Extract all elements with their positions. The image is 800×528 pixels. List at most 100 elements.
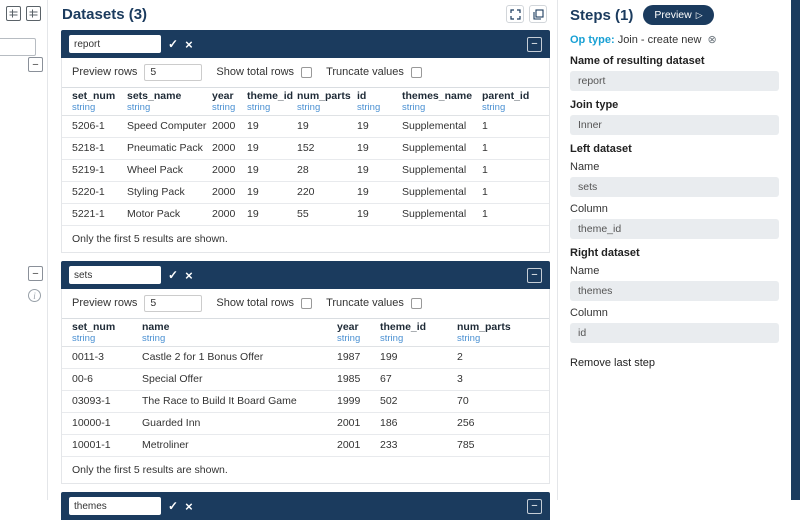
table-cell: 19 bbox=[357, 120, 369, 132]
table-cell: Supplemental bbox=[402, 164, 467, 176]
show-total-rows-checkbox[interactable] bbox=[301, 66, 313, 78]
table-cell: Styling Pack bbox=[127, 186, 185, 198]
column-name: set_num bbox=[72, 321, 116, 333]
table-cell: 220 bbox=[297, 186, 315, 198]
collapse-card-button[interactable]: − bbox=[527, 36, 542, 52]
left-dataset-column-input[interactable] bbox=[570, 219, 779, 239]
collapse-card-button[interactable]: − bbox=[527, 267, 542, 283]
remove-op-icon[interactable]: ⊗ bbox=[708, 34, 717, 46]
expand-all-icon[interactable] bbox=[506, 5, 524, 23]
show-total-rows-label: Show total rows bbox=[216, 66, 295, 78]
join-type-input[interactable] bbox=[570, 115, 779, 135]
table-cell: Supplemental bbox=[402, 142, 467, 154]
table-cell: 152 bbox=[297, 142, 315, 154]
preview-rows-input[interactable] bbox=[144, 294, 203, 312]
dataset-name-input[interactable] bbox=[69, 35, 161, 53]
column-type: string bbox=[142, 333, 166, 344]
column-header: set_num string bbox=[72, 319, 142, 346]
table-cell: 2000 bbox=[212, 142, 236, 154]
table-cell: Speed Computer bbox=[127, 120, 207, 132]
table-cell: 785 bbox=[457, 439, 475, 451]
table-cell: 5218-1 bbox=[72, 142, 105, 154]
table-row: 5219-1 Wheel Pack 2000 19 28 19 Supplemental 1 bbox=[62, 160, 549, 182]
truncate-values-checkbox[interactable] bbox=[410, 66, 422, 78]
table-cell: 5221-1 bbox=[72, 208, 105, 220]
remove-last-step-link[interactable]: Remove last step bbox=[558, 343, 791, 383]
table-cell: 1 bbox=[482, 164, 488, 176]
preview-rows-label: Preview rows bbox=[72, 66, 138, 78]
dataset-card-themes: ✓ × − bbox=[61, 492, 550, 520]
preview-button[interactable]: Preview ▷ bbox=[643, 5, 714, 25]
dataset-card-header: ✓ × − bbox=[61, 492, 550, 520]
table-cell: 1 bbox=[482, 120, 488, 132]
table-row: 5218-1 Pneumatic Pack 2000 19 152 19 Supplemen… bbox=[62, 138, 549, 160]
confirm-icon[interactable]: ✓ bbox=[168, 37, 178, 51]
confirm-icon[interactable]: ✓ bbox=[168, 268, 178, 282]
dataset-name-input[interactable] bbox=[69, 266, 161, 284]
left-dataset-label: Left dataset bbox=[570, 143, 632, 155]
column-header: themes_name string bbox=[402, 88, 482, 115]
column-header: id string bbox=[357, 88, 402, 115]
column-type: string bbox=[72, 102, 96, 113]
table-cell: Guarded Inn bbox=[142, 417, 201, 429]
steps-panel: Steps (1) Preview ▷ Op type: Join - crea… bbox=[557, 0, 791, 500]
cancel-icon[interactable]: × bbox=[185, 37, 193, 52]
table-cell: 1985 bbox=[337, 373, 361, 385]
column-header: year string bbox=[337, 319, 380, 346]
show-total-rows-checkbox[interactable] bbox=[301, 297, 313, 309]
table-cell: Supplemental bbox=[402, 208, 467, 220]
collapse-card-button[interactable]: − bbox=[28, 266, 43, 281]
preview-rows-label: Preview rows bbox=[72, 297, 138, 309]
table-cell: 00-6 bbox=[72, 373, 94, 385]
preview-rows-input[interactable] bbox=[144, 63, 203, 81]
column-name: num_parts bbox=[297, 90, 351, 102]
resulting-dataset-input[interactable] bbox=[570, 71, 779, 91]
collapse-card-button[interactable]: − bbox=[28, 57, 43, 72]
info-icon[interactable]: i bbox=[28, 289, 41, 302]
table-row: 0011-3 Castle 2 for 1 Bonus Offer 1987 199 2 bbox=[62, 347, 549, 369]
table-header-row: set_num string sets_name string year string th… bbox=[62, 88, 549, 116]
truncate-values-checkbox[interactable] bbox=[410, 297, 422, 309]
column-type: string bbox=[212, 102, 236, 113]
truncate-values-label: Truncate values bbox=[326, 297, 404, 309]
column-name: year bbox=[212, 90, 234, 102]
table-icon[interactable] bbox=[26, 6, 41, 21]
collapse-card-button[interactable]: − bbox=[527, 498, 542, 514]
column-name: set_num bbox=[72, 90, 116, 102]
confirm-icon[interactable]: ✓ bbox=[168, 499, 178, 513]
truncate-values-label: Truncate values bbox=[326, 66, 404, 78]
column-header: name string bbox=[142, 319, 337, 346]
cancel-icon[interactable]: × bbox=[185, 268, 193, 283]
table-cell: 19 bbox=[247, 120, 259, 132]
table-cell: 256 bbox=[457, 417, 475, 429]
right-dataset-name-input[interactable] bbox=[570, 281, 779, 301]
cancel-icon[interactable]: × bbox=[185, 499, 193, 514]
right-dataset-column-input[interactable] bbox=[570, 323, 779, 343]
column-name: sets_name bbox=[127, 90, 182, 102]
resulting-dataset-label: Name of resulting dataset bbox=[570, 55, 705, 67]
collapsed-name-input[interactable] bbox=[0, 38, 36, 56]
table-cell: Metroliner bbox=[142, 439, 189, 451]
table-icon[interactable] bbox=[6, 6, 21, 21]
column-header: year string bbox=[212, 88, 247, 115]
column-header: num_parts string bbox=[457, 319, 537, 346]
table-cell: 5220-1 bbox=[72, 186, 105, 198]
dataset-card-header: ✓ × − bbox=[61, 261, 550, 289]
table-cell: 0011-3 bbox=[72, 351, 104, 363]
column-name: year bbox=[337, 321, 359, 333]
column-header: num_parts string bbox=[297, 88, 357, 115]
table-cell: 502 bbox=[380, 395, 398, 407]
right-column-label: Column bbox=[570, 307, 608, 319]
column-type: string bbox=[357, 102, 381, 113]
column-type: string bbox=[127, 102, 151, 113]
table-cell: 2000 bbox=[212, 120, 236, 132]
left-dataset-name-input[interactable] bbox=[570, 177, 779, 197]
table-cell: 199 bbox=[380, 351, 398, 363]
table-cell: 19 bbox=[357, 186, 369, 198]
table-cell: Motor Pack bbox=[127, 208, 181, 220]
copy-icon[interactable] bbox=[529, 5, 547, 23]
table-cell: 1 bbox=[482, 186, 488, 198]
column-name: themes_name bbox=[402, 90, 473, 102]
column-type: string bbox=[402, 102, 426, 113]
right-name-label: Name bbox=[570, 265, 600, 277]
